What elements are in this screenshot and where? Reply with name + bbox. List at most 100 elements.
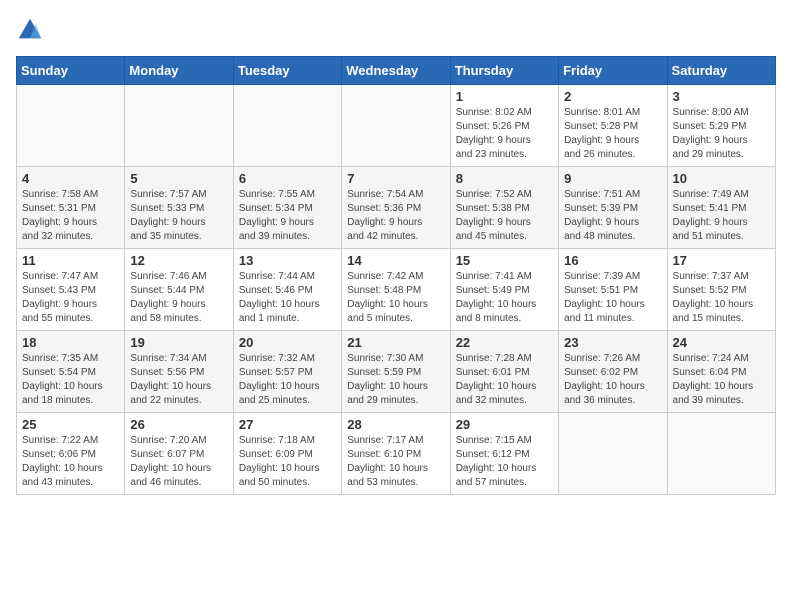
logo-icon <box>16 16 44 44</box>
calendar-cell: 17 Sunrise: 7:37 AM Sunset: 5:52 PM Dayli… <box>667 249 775 331</box>
calendar-cell: 23 Sunrise: 7:26 AM Sunset: 6:02 PM Dayli… <box>559 331 667 413</box>
day-info: Sunrise: 7:37 AM Sunset: 5:52 PM Dayligh… <box>673 270 770 326</box>
day-info: Sunrise: 7:47 AM Sunset: 5:43 PM Dayligh… <box>22 270 119 326</box>
day-number: 26 <box>130 417 227 432</box>
calendar-cell: 25 Sunrise: 7:22 AM Sunset: 6:06 PM Dayli… <box>17 413 125 495</box>
day-info: Sunrise: 7:41 AM Sunset: 5:49 PM Dayligh… <box>456 270 553 326</box>
day-info: Sunrise: 7:44 AM Sunset: 5:46 PM Dayligh… <box>239 270 336 326</box>
day-number: 7 <box>347 171 444 186</box>
day-number: 11 <box>22 253 119 268</box>
day-number: 24 <box>673 335 770 350</box>
day-number: 9 <box>564 171 661 186</box>
calendar-cell: 5 Sunrise: 7:57 AM Sunset: 5:33 PM Daylig… <box>125 167 233 249</box>
header-tuesday: Tuesday <box>233 57 341 85</box>
day-number: 12 <box>130 253 227 268</box>
week-row-1: 1 Sunrise: 8:02 AM Sunset: 5:26 PM Daylig… <box>17 85 776 167</box>
week-row-4: 18 Sunrise: 7:35 AM Sunset: 5:54 PM Dayli… <box>17 331 776 413</box>
calendar-cell: 8 Sunrise: 7:52 AM Sunset: 5:38 PM Daylig… <box>450 167 558 249</box>
page-header <box>16 16 776 44</box>
week-row-5: 25 Sunrise: 7:22 AM Sunset: 6:06 PM Dayli… <box>17 413 776 495</box>
header-monday: Monday <box>125 57 233 85</box>
day-number: 22 <box>456 335 553 350</box>
day-number: 1 <box>456 89 553 104</box>
calendar-cell: 15 Sunrise: 7:41 AM Sunset: 5:49 PM Dayli… <box>450 249 558 331</box>
day-info: Sunrise: 8:02 AM Sunset: 5:26 PM Dayligh… <box>456 106 553 162</box>
day-info: Sunrise: 7:39 AM Sunset: 5:51 PM Dayligh… <box>564 270 661 326</box>
calendar-cell: 2Sunrise: 8:01 AM Sunset: 5:28 PM Daylig… <box>559 85 667 167</box>
header-saturday: Saturday <box>667 57 775 85</box>
day-info: Sunrise: 7:28 AM Sunset: 6:01 PM Dayligh… <box>456 352 553 408</box>
day-info: Sunrise: 7:46 AM Sunset: 5:44 PM Dayligh… <box>130 270 227 326</box>
day-number: 23 <box>564 335 661 350</box>
day-info: Sunrise: 7:52 AM Sunset: 5:38 PM Dayligh… <box>456 188 553 244</box>
calendar-cell: 10 Sunrise: 7:49 AM Sunset: 5:41 PM Dayli… <box>667 167 775 249</box>
calendar-cell: 21 Sunrise: 7:30 AM Sunset: 5:59 PM Dayli… <box>342 331 450 413</box>
day-info: Sunrise: 7:26 AM Sunset: 6:02 PM Dayligh… <box>564 352 661 408</box>
calendar-cell: 28 Sunrise: 7:17 AM Sunset: 6:10 PM Dayli… <box>342 413 450 495</box>
days-of-week-row: SundayMondayTuesdayWednesdayThursdayFrid… <box>17 57 776 85</box>
day-info: Sunrise: 7:35 AM Sunset: 5:54 PM Dayligh… <box>22 352 119 408</box>
day-number: 2 <box>564 89 661 104</box>
calendar-table: SundayMondayTuesdayWednesdayThursdayFrid… <box>16 56 776 495</box>
calendar-cell <box>342 85 450 167</box>
day-info: Sunrise: 7:15 AM Sunset: 6:12 PM Dayligh… <box>456 434 553 490</box>
day-info: Sunrise: 7:20 AM Sunset: 6:07 PM Dayligh… <box>130 434 227 490</box>
day-number: 19 <box>130 335 227 350</box>
day-number: 21 <box>347 335 444 350</box>
calendar-cell: 26 Sunrise: 7:20 AM Sunset: 6:07 PM Dayli… <box>125 413 233 495</box>
calendar-cell: 29 Sunrise: 7:15 AM Sunset: 6:12 PM Dayli… <box>450 413 558 495</box>
day-info: Sunrise: 7:34 AM Sunset: 5:56 PM Dayligh… <box>130 352 227 408</box>
calendar-cell: 3 Sunrise: 8:00 AM Sunset: 5:29 PM Daylig… <box>667 85 775 167</box>
calendar-cell: 16Sunrise: 7:39 AM Sunset: 5:51 PM Dayli… <box>559 249 667 331</box>
day-info: Sunrise: 7:22 AM Sunset: 6:06 PM Dayligh… <box>22 434 119 490</box>
calendar-cell: 19 Sunrise: 7:34 AM Sunset: 5:56 PM Dayli… <box>125 331 233 413</box>
calendar-header: SundayMondayTuesdayWednesdayThursdayFrid… <box>17 57 776 85</box>
day-number: 14 <box>347 253 444 268</box>
day-number: 28 <box>347 417 444 432</box>
day-info: Sunrise: 7:30 AM Sunset: 5:59 PM Dayligh… <box>347 352 444 408</box>
calendar-cell: 9 Sunrise: 7:51 AM Sunset: 5:39 PM Daylig… <box>559 167 667 249</box>
day-number: 3 <box>673 89 770 104</box>
calendar-cell: 6 Sunrise: 7:55 AM Sunset: 5:34 PM Daylig… <box>233 167 341 249</box>
day-info: Sunrise: 7:32 AM Sunset: 5:57 PM Dayligh… <box>239 352 336 408</box>
day-number: 6 <box>239 171 336 186</box>
day-number: 17 <box>673 253 770 268</box>
header-thursday: Thursday <box>450 57 558 85</box>
day-number: 4 <box>22 171 119 186</box>
day-number: 5 <box>130 171 227 186</box>
calendar-cell <box>559 413 667 495</box>
calendar-cell: 22 Sunrise: 7:28 AM Sunset: 6:01 PM Dayli… <box>450 331 558 413</box>
day-number: 29 <box>456 417 553 432</box>
calendar-cell: 13Sunrise: 7:44 AM Sunset: 5:46 PM Dayli… <box>233 249 341 331</box>
day-number: 18 <box>22 335 119 350</box>
week-row-2: 4Sunrise: 7:58 AM Sunset: 5:31 PM Daylig… <box>17 167 776 249</box>
header-sunday: Sunday <box>17 57 125 85</box>
calendar-cell <box>667 413 775 495</box>
day-number: 10 <box>673 171 770 186</box>
day-info: Sunrise: 7:55 AM Sunset: 5:34 PM Dayligh… <box>239 188 336 244</box>
day-info: Sunrise: 8:00 AM Sunset: 5:29 PM Dayligh… <box>673 106 770 162</box>
calendar-cell: 1 Sunrise: 8:02 AM Sunset: 5:26 PM Daylig… <box>450 85 558 167</box>
day-number: 20 <box>239 335 336 350</box>
day-info: Sunrise: 7:57 AM Sunset: 5:33 PM Dayligh… <box>130 188 227 244</box>
day-number: 25 <box>22 417 119 432</box>
header-friday: Friday <box>559 57 667 85</box>
day-info: Sunrise: 7:49 AM Sunset: 5:41 PM Dayligh… <box>673 188 770 244</box>
day-info: Sunrise: 7:24 AM Sunset: 6:04 PM Dayligh… <box>673 352 770 408</box>
day-number: 8 <box>456 171 553 186</box>
calendar-cell: 4Sunrise: 7:58 AM Sunset: 5:31 PM Daylig… <box>17 167 125 249</box>
calendar-cell <box>233 85 341 167</box>
calendar-cell: 20 Sunrise: 7:32 AM Sunset: 5:57 PM Dayli… <box>233 331 341 413</box>
header-wednesday: Wednesday <box>342 57 450 85</box>
day-info: Sunrise: 7:51 AM Sunset: 5:39 PM Dayligh… <box>564 188 661 244</box>
calendar-cell: 11 Sunrise: 7:47 AM Sunset: 5:43 PM Dayli… <box>17 249 125 331</box>
calendar-cell: 7 Sunrise: 7:54 AM Sunset: 5:36 PM Daylig… <box>342 167 450 249</box>
day-info: Sunrise: 7:54 AM Sunset: 5:36 PM Dayligh… <box>347 188 444 244</box>
day-info: Sunrise: 7:18 AM Sunset: 6:09 PM Dayligh… <box>239 434 336 490</box>
calendar-cell: 27Sunrise: 7:18 AM Sunset: 6:09 PM Dayli… <box>233 413 341 495</box>
day-info: Sunrise: 7:17 AM Sunset: 6:10 PM Dayligh… <box>347 434 444 490</box>
calendar-body: 1 Sunrise: 8:02 AM Sunset: 5:26 PM Daylig… <box>17 85 776 495</box>
day-number: 15 <box>456 253 553 268</box>
logo <box>16 16 48 44</box>
calendar-cell <box>125 85 233 167</box>
